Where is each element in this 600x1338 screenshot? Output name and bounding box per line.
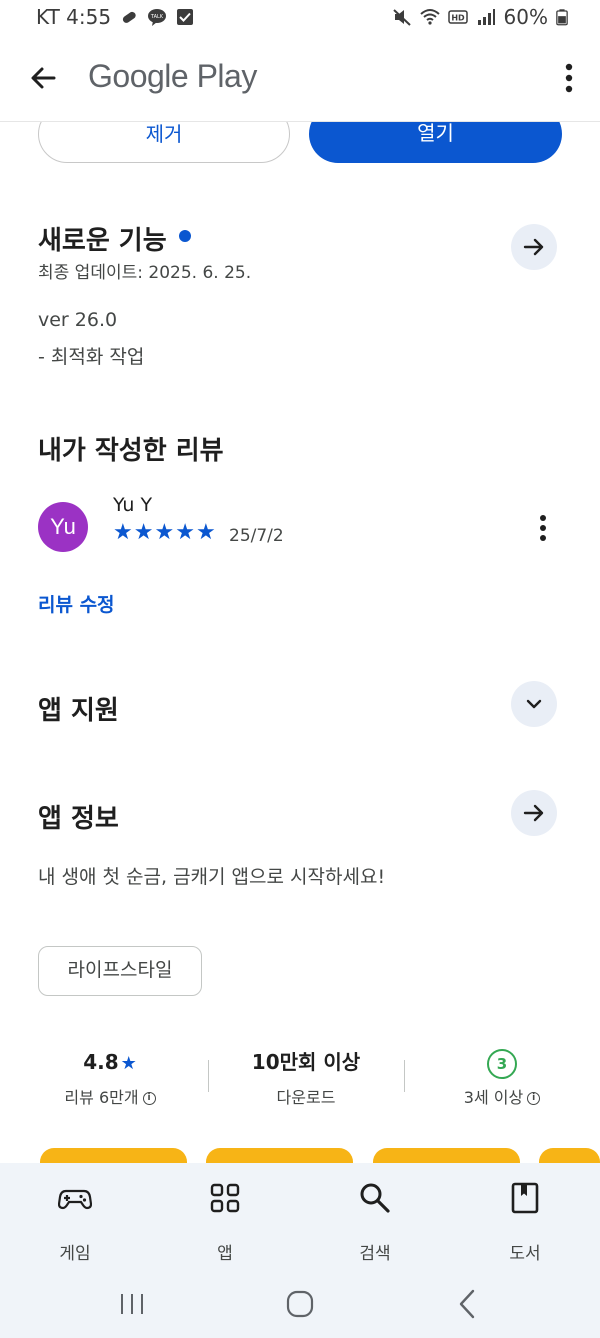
arrow-right-icon — [523, 804, 544, 822]
downloads-label: 다운로드 — [276, 1088, 336, 1107]
system-navigation-bar — [0, 1269, 600, 1338]
mute-icon — [392, 9, 411, 26]
reviewer-name: Yu Y — [113, 494, 153, 516]
rating-count-label: 리뷰 6만개 — [64, 1088, 139, 1107]
star-icon: ★ — [154, 520, 175, 545]
talk-notification-icon: TALK — [148, 9, 167, 26]
star-icon: ★ — [175, 520, 195, 545]
hd-voice-icon: HD — [447, 10, 468, 24]
whats-new-title-text: 새로운 기능 — [38, 226, 167, 256]
nav-label-books: 도서 — [509, 1244, 541, 1264]
back-arrow-icon[interactable] — [24, 58, 64, 98]
stat-downloads: 10만회 이상 다운로드 — [226, 1046, 386, 1108]
whats-new-arrow-button[interactable] — [511, 224, 557, 270]
nav-label-apps: 앱 — [217, 1244, 233, 1264]
svg-text:HD: HD — [451, 14, 465, 23]
checkbox-notification-icon — [177, 9, 194, 25]
battery-percent: 60% — [503, 5, 548, 29]
battery-icon — [556, 9, 568, 26]
bottom-navigation: 게임 앱 검색 도서 — [0, 1163, 600, 1269]
carrier-time: KT 4:55 — [36, 5, 112, 29]
stat-age: 3 3세 이상 i — [422, 1046, 582, 1108]
gamepad-icon — [58, 1189, 92, 1210]
star-icon: ★ — [195, 520, 216, 545]
nav-label-search: 검색 — [359, 1244, 391, 1264]
rating-value: 4.8 — [83, 1050, 119, 1074]
arrow-right-icon — [523, 238, 544, 256]
signal-icon — [477, 9, 495, 25]
age-label: 3세 이상 — [463, 1088, 524, 1107]
whats-new-title: 새로운 기능 — [38, 220, 191, 257]
downloads-value: 10만회 이상 — [251, 1050, 361, 1074]
star-icon: ★ — [120, 1053, 137, 1074]
stat-divider — [208, 1060, 209, 1092]
nav-label-games: 게임 — [59, 1244, 91, 1264]
category-chip[interactable]: 라이프스타일 — [38, 946, 202, 996]
app-description: 내 생애 첫 순금, 금캐기 앱으로 시작하세요! — [38, 866, 386, 888]
app-info-arrow-button[interactable] — [511, 790, 557, 836]
edit-review-link[interactable]: 리뷰 수정 — [38, 590, 115, 617]
book-icon — [511, 1182, 539, 1214]
rating-stars: ★ ★ ★ ★ ★ — [113, 522, 216, 544]
app-title: Google Play — [88, 58, 257, 94]
home-icon[interactable] — [282, 1286, 318, 1322]
nav-item-games[interactable]: 게임 — [30, 1181, 120, 1264]
nav-item-apps[interactable]: 앱 — [180, 1181, 270, 1264]
back-icon[interactable] — [450, 1286, 486, 1322]
status-bar: KT 4:55 TALK HD 60% — [0, 0, 600, 36]
my-review-title: 내가 작성한 리뷰 — [38, 436, 224, 466]
age-rating-badge: 3 — [487, 1049, 517, 1079]
stat-divider — [404, 1060, 405, 1092]
svg-text:TALK: TALK — [150, 14, 164, 20]
release-notes: - 최적화 작업 — [38, 346, 145, 368]
app-bar: Google Play — [0, 36, 600, 122]
info-icon[interactable]: i — [142, 1092, 156, 1105]
nav-item-books[interactable]: 도서 — [480, 1181, 570, 1264]
app-support-expand-button[interactable] — [511, 681, 557, 727]
nav-item-search[interactable]: 검색 — [330, 1181, 420, 1264]
apps-grid-icon — [210, 1183, 240, 1213]
recents-icon[interactable] — [114, 1286, 150, 1322]
stat-rating: 4.8 ★ 리뷰 6만개 i — [30, 1046, 190, 1108]
star-icon: ★ — [133, 520, 154, 545]
new-indicator-dot — [178, 229, 191, 242]
version-text: ver 26.0 — [38, 309, 118, 331]
avatar: Yu — [38, 502, 88, 552]
search-icon — [360, 1183, 390, 1213]
chevron-down-icon — [526, 699, 542, 709]
review-date: 25/7/2 — [229, 526, 284, 546]
star-icon: ★ — [113, 520, 133, 545]
wifi-icon — [419, 9, 440, 25]
app-info-title: 앱 정보 — [38, 804, 119, 834]
pill-notification-icon — [122, 11, 136, 23]
review-more-vert-icon[interactable] — [538, 514, 548, 542]
app-support-title[interactable]: 앱 지원 — [38, 690, 119, 727]
more-vert-icon[interactable] — [564, 62, 574, 94]
last-updated: 최종 업데이트: 2025. 6. 25. — [38, 263, 252, 283]
info-icon[interactable]: i — [527, 1092, 541, 1105]
